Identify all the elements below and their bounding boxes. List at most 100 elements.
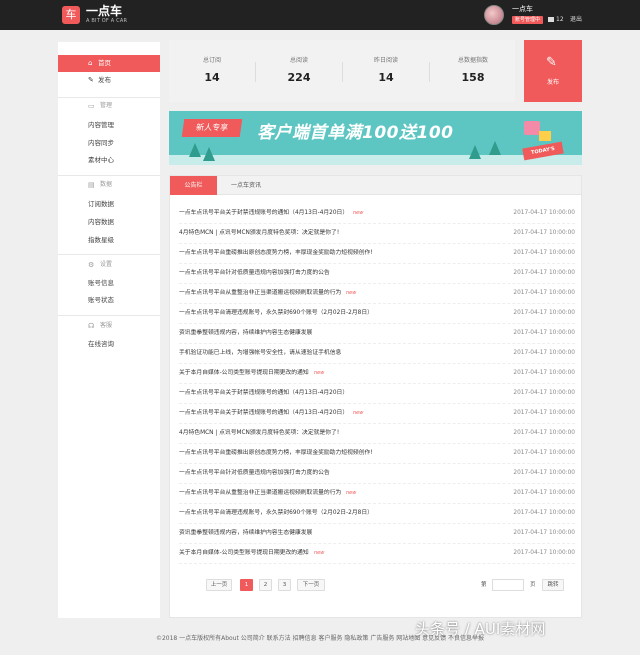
news-row[interactable]: 一点车点讯号平台从重整治非正当渠道搬运视频刷取流量的行为 new 2017-04-1… [179, 484, 575, 504]
news-title[interactable]: 一点车点讯号平台从重整治非正当渠道搬运视频刷取流量的行为 [179, 490, 341, 497]
promo-banner[interactable]: 新人专享 客户端首单满100送100 TODAY'S [169, 111, 582, 165]
goto-prefix: 第 [481, 582, 487, 588]
news-row[interactable]: 一点车点讯号平台关于封禁违规账号的通知（4月13日-4月20日） 2017-04-… [179, 384, 575, 404]
page-number-input[interactable] [492, 579, 524, 591]
headset-icon: ☊ [88, 322, 95, 330]
news-title[interactable]: 关于本月自媒体-公司类型账号提现日期更改的通知 [179, 370, 309, 377]
banner-tag: 新人专享 [181, 119, 243, 137]
news-date: 2017-04-17 10:00:00 [513, 390, 575, 396]
news-title[interactable]: 一点车点讯号平台针对低质量违规内容加强打击力度的公告 [179, 470, 330, 477]
news-row[interactable]: 关于本月自媒体-公司类型账号提现日期更改的通知 new 2017-04-17 10:… [179, 364, 575, 384]
stat-data-index: 总数据指数 158 [430, 40, 516, 102]
news-date: 2017-04-17 10:00:00 [513, 490, 575, 496]
news-row[interactable]: 手机验证功能已上线，为增强帐号安全性，请从速验证手机信息 2017-04-17 1… [179, 344, 575, 364]
news-row[interactable]: 一点车点讯号平台重磅推出原创态度势力榜，丰厚现金奖励助力短视频创作! 2017-0… [179, 444, 575, 464]
sidebar-item-subscribe-data[interactable]: 订阅数据 [58, 197, 160, 211]
message-button[interactable]: 12 [548, 16, 564, 23]
publish-label: 发布 [546, 79, 559, 86]
sidebar-item-label: 发布 [98, 76, 111, 84]
site-title[interactable]: 一点车 [86, 5, 122, 17]
news-title[interactable]: 资讯重拳整顿违规内容，持续维护内容生态健康发展 [179, 530, 312, 537]
news-row[interactable]: 一点车点讯号平台重磅推出原创态度势力榜，丰厚现金奖励助力短视频创作! 2017-0… [179, 244, 575, 264]
logout-link[interactable]: 退出 [570, 16, 582, 23]
banner-headline: 客户端首单满100送100 [257, 123, 454, 143]
edit-icon: ✎ [88, 76, 94, 84]
notice-panel: 公告栏 一点车资讯 一点车点讯号平台关于封禁违规账号的通知（4月13日-4月20… [169, 175, 582, 618]
sidebar-item-content-data[interactable]: 内容数据 [58, 215, 160, 229]
sidebar-item-index-level[interactable]: 指数星级 [58, 233, 160, 247]
next-page-button[interactable]: 下一页 [297, 579, 325, 591]
news-title[interactable]: 4月特色MCN | 点讯号MCN颁发月度特色奖项：决定就是你了! [179, 230, 339, 237]
news-title[interactable]: 资讯重拳整顿违规内容，持续维护内容生态健康发展 [179, 330, 312, 337]
jump-button[interactable]: 跳转 [542, 579, 564, 591]
tree-icon [489, 141, 501, 155]
message-count: 12 [556, 16, 564, 23]
news-title[interactable]: 一点车点讯号平台关于封禁违规账号的通知（4月13日-4月20日） [179, 410, 348, 417]
tab-notice[interactable]: 公告栏 [170, 176, 217, 195]
prev-page-button[interactable]: 上一页 [206, 579, 232, 591]
news-title[interactable]: 一点车点讯号平台从重整治非正当渠道搬运视频刷取流量的行为 [179, 290, 341, 297]
divider [58, 254, 160, 255]
news-row[interactable]: 一点车点讯号平台针对低质量违规内容加强打击力度的公告 2017-04-17 10:… [179, 264, 575, 284]
news-title[interactable]: 一点车点讯号平台重磅推出原创态度势力榜，丰厚现金奖励助力短视频创作! [179, 250, 373, 257]
news-title[interactable]: 一点车点讯号平台针对低质量违规内容加强打击力度的公告 [179, 270, 330, 277]
sidebar-item-home[interactable]: ⌂ 首页 [58, 55, 160, 72]
news-title[interactable]: 手机验证功能已上线，为增强帐号安全性，请从速验证手机信息 [179, 350, 341, 357]
sidebar-item-material[interactable]: 素材中心 [58, 153, 160, 167]
news-date: 2017-04-17 10:00:00 [513, 370, 575, 376]
news-date: 2017-04-17 10:00:00 [513, 210, 575, 216]
page-button[interactable]: 1 [240, 579, 253, 591]
avatar[interactable] [484, 5, 504, 25]
section-settings: ⚙ 设置 [58, 257, 160, 273]
news-date: 2017-04-17 10:00:00 [513, 410, 575, 416]
tree-icon [203, 147, 215, 161]
news-date: 2017-04-17 10:00:00 [513, 270, 575, 276]
news-date: 2017-04-17 10:00:00 [513, 310, 575, 316]
news-date: 2017-04-17 10:00:00 [513, 530, 575, 536]
stats-panel: 总订阅 14 总阅读 224 昨日阅读 14 总数据指数 158 [169, 40, 515, 102]
news-row[interactable]: 一点车点讯号平台从重整治非正当渠道搬运视频刷取流量的行为 new 2017-04-1… [179, 284, 575, 304]
news-title[interactable]: 关于本月自媒体-公司类型账号提现日期更改的通知 [179, 550, 309, 557]
news-date: 2017-04-17 10:00:00 [513, 350, 575, 356]
sidebar: ⌂ 首页 ✎ 发布 ▭ 管理 内容管理 内容同步 素材中心 ▤ 数据 订阅数据 … [58, 42, 160, 618]
news-row[interactable]: 一点车点讯号平台关于封禁违规账号的通知（4月13日-4月20日） new 2017-… [179, 204, 575, 224]
news-title[interactable]: 4月特色MCN | 点讯号MCN颁发月度特色奖项：决定就是你了! [179, 430, 339, 437]
publish-button[interactable]: ✎ 发布 [524, 40, 582, 102]
tree-icon [189, 143, 201, 157]
sidebar-item-account-info[interactable]: 账号信息 [58, 276, 160, 290]
news-title[interactable]: 一点车点讯号平台清理违规账号，永久禁封690个账号（2月02日-2月8日） [179, 510, 373, 517]
sidebar-item-content-manage[interactable]: 内容管理 [58, 118, 160, 132]
news-date: 2017-04-17 10:00:00 [513, 550, 575, 556]
news-title[interactable]: 一点车点讯号平台关于封禁违规账号的通知（4月13日-4月20日） [179, 390, 348, 397]
news-row[interactable]: 一点车点讯号平台清理违规账号，永久禁封690个账号（2月02日-2月8日） 201… [179, 504, 575, 524]
logo-icon[interactable]: 车 [62, 6, 80, 24]
sidebar-item-content-sync[interactable]: 内容同步 [58, 136, 160, 150]
page-button[interactable]: 3 [278, 579, 291, 591]
stat-value: 224 [287, 71, 311, 84]
folder-icon: ▭ [88, 102, 95, 110]
site-subtitle: A BIT OF A CAR [86, 18, 128, 24]
sidebar-item-online-consult[interactable]: 在线咨询 [58, 337, 160, 351]
username[interactable]: 一点车 [512, 5, 533, 13]
tab-news[interactable]: 一点车资讯 [220, 176, 272, 195]
news-date: 2017-04-17 10:00:00 [513, 450, 575, 456]
section-data: ▤ 数据 [58, 177, 160, 193]
new-badge: new [353, 410, 364, 416]
news-title[interactable]: 一点车点讯号平台重磅推出原创态度势力榜，丰厚现金奖励助力短视频创作! [179, 450, 373, 457]
news-row[interactable]: 关于本月自媒体-公司类型账号提现日期更改的通知 new 2017-04-17 10:… [179, 544, 575, 564]
news-title[interactable]: 一点车点讯号平台关于封禁违规账号的通知（4月13日-4月20日） [179, 210, 348, 217]
news-row[interactable]: 4月特色MCN | 点讯号MCN颁发月度特色奖项：决定就是你了! 2017-04-… [179, 424, 575, 444]
news-title[interactable]: 一点车点讯号平台清理违规账号，永久禁封690个账号（2月02日-2月8日） [179, 310, 373, 317]
news-row[interactable]: 一点车点讯号平台清理违规账号，永久禁封690个账号（2月02日-2月8日） 201… [179, 304, 575, 324]
news-date: 2017-04-17 10:00:00 [513, 290, 575, 296]
news-row[interactable]: 一点车点讯号平台关于封禁违规账号的通知（4月13日-4月20日） new 2017-… [179, 404, 575, 424]
news-row[interactable]: 一点车点讯号平台针对低质量违规内容加强打击力度的公告 2017-04-17 10:… [179, 464, 575, 484]
page-button[interactable]: 2 [259, 579, 272, 591]
news-row[interactable]: 资讯重拳整顿违规内容，持续维护内容生态健康发展 2017-04-17 10:00:… [179, 524, 575, 544]
new-badge: new [314, 550, 325, 556]
account-badge[interactable]: 账号管理中 [512, 16, 544, 24]
sidebar-item-account-status[interactable]: 账号状态 [58, 293, 160, 307]
news-row[interactable]: 4月特色MCN | 点讯号MCN颁发月度特色奖项：决定就是你了! 2017-04-… [179, 224, 575, 244]
sidebar-item-publish[interactable]: ✎ 发布 [58, 72, 160, 89]
news-row[interactable]: 资讯重拳整顿违规内容，持续维护内容生态健康发展 2017-04-17 10:00:… [179, 324, 575, 344]
